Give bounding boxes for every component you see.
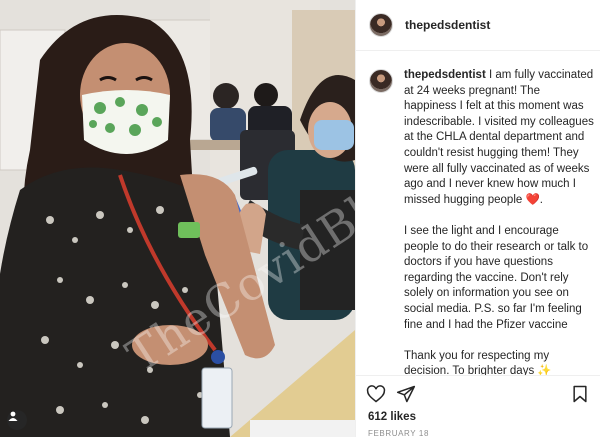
post-photo[interactable]: TheCovidBlog.com [0,0,355,437]
likes-count[interactable]: 612 likes [368,411,416,423]
caption-text: thepedsdentist I am fully vaccinated at … [404,68,594,403]
caption-avatar[interactable] [369,69,393,93]
caption-paragraph-1: I am fully vaccinated at 24 weeks pregna… [404,69,594,206]
post-side-panel: thepedsdentist thepedsdentist I am fully… [355,0,600,437]
header-username[interactable]: thepedsdentist [405,18,490,32]
paper-plane-icon[interactable] [396,384,416,404]
post-actions-bar: 612 likes FEBRUARY 18 [356,375,600,437]
photo-illustration [0,0,355,437]
heart-icon[interactable] [366,384,386,404]
caption-username[interactable]: thepedsdentist [404,69,486,81]
caption-comment: thepedsdentist I am fully vaccinated at … [369,68,594,403]
post-header: thepedsdentist [356,0,600,51]
post-date[interactable]: FEBRUARY 18 [368,429,429,437]
person-tag-icon[interactable] [7,410,27,430]
caption-paragraph-2: I see the light and I encourage people t… [404,224,589,331]
bookmark-icon[interactable] [570,384,590,404]
avatar[interactable] [369,13,393,37]
